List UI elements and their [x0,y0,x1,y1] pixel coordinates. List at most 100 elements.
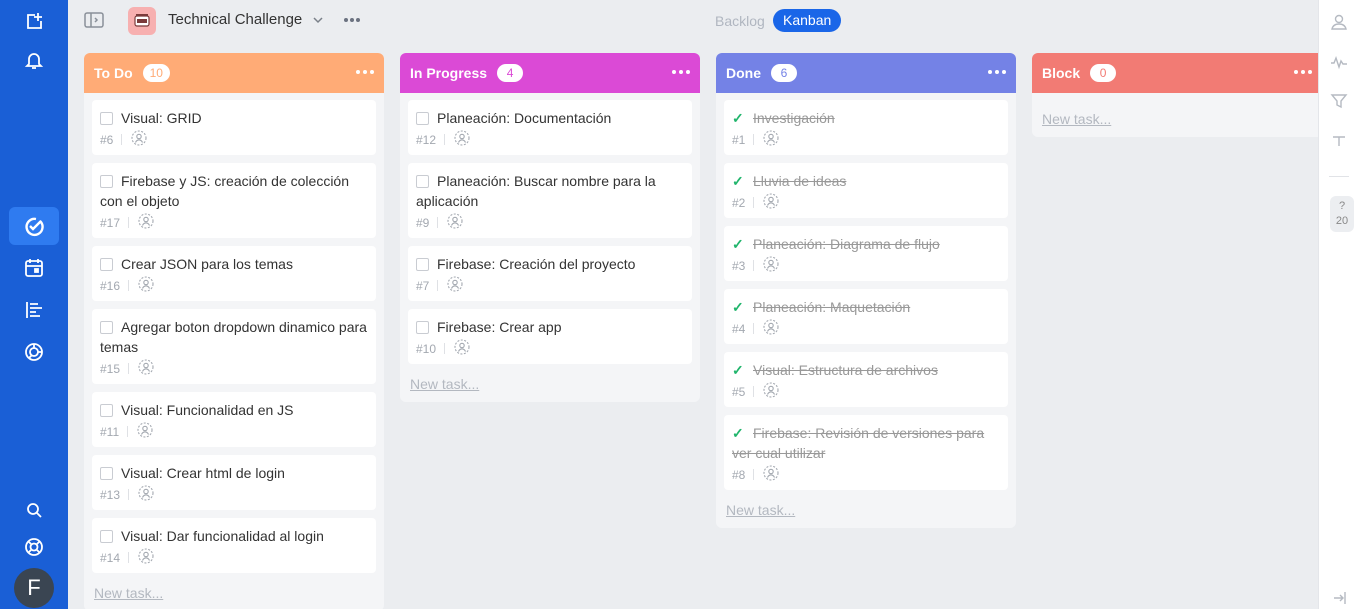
task-checkbox[interactable] [100,112,113,125]
checkmark-icon[interactable]: ✓ [732,360,745,380]
task-card[interactable]: Firebase: Crear app #10 [408,309,692,364]
column-title[interactable]: To Do [94,65,133,81]
task-checkbox[interactable] [416,112,429,125]
task-card[interactable]: ✓ Investigación #1 [724,100,1008,155]
meta-divider [437,217,439,228]
activity-icon[interactable] [1330,53,1348,71]
more-options-icon[interactable] [342,14,362,26]
assignee-icon[interactable] [138,359,154,378]
view-backlog-tab[interactable]: Backlog [715,13,765,29]
column-title[interactable]: Done [726,65,761,81]
assignee-icon[interactable] [763,465,779,484]
pin-icon[interactable] [1330,131,1348,149]
calendar-icon[interactable] [9,249,59,287]
timeline-icon[interactable] [9,291,59,329]
column-more-icon[interactable] [672,70,690,76]
assignee-icon[interactable] [138,213,154,232]
new-task-link[interactable]: New task... [1032,100,1322,137]
task-card[interactable]: ✓ Planeación: Maquetación #4 [724,289,1008,344]
task-checkbox[interactable] [100,175,113,188]
reports-icon[interactable] [9,333,59,371]
assignee-icon[interactable] [137,422,153,441]
assignee-icon[interactable] [454,339,470,358]
checkmark-icon[interactable]: ✓ [732,171,745,191]
new-task-link[interactable]: New task... [400,372,700,402]
task-card[interactable]: Visual: GRID #6 [92,100,376,155]
checkmark-icon[interactable]: ✓ [732,297,745,317]
new-task-icon[interactable] [9,3,59,41]
filter-icon[interactable] [1330,92,1348,110]
task-card[interactable]: Crear JSON para los temas #16 [92,246,376,301]
column-block: Block 0 New task... [1032,53,1322,137]
assignee-icon[interactable] [131,130,147,149]
checkmark-icon[interactable]: ✓ [732,423,745,443]
assignee-icon[interactable] [763,319,779,338]
column-title[interactable]: In Progress [410,65,487,81]
column-title[interactable]: Block [1042,65,1080,81]
assignee-icon[interactable] [138,485,154,504]
meta-divider [128,363,130,374]
view-kanban-tab[interactable]: Kanban [773,9,842,32]
task-card[interactable]: Firebase y JS: creación de colección con… [92,163,376,238]
assignee-icon[interactable] [763,193,779,212]
task-checkbox[interactable] [100,321,113,334]
task-id: #7 [416,278,430,293]
task-checkbox[interactable] [416,321,429,334]
meta-divider [437,280,439,291]
assignee-icon[interactable] [763,130,779,149]
task-card[interactable]: ✓ Lluvia de ideas #2 [724,163,1008,218]
column-more-icon[interactable] [356,70,374,76]
help-counter-badge[interactable]: ? 20 [1330,196,1354,232]
assignee-icon[interactable] [454,130,470,149]
task-card[interactable]: Agregar boton dropdown dinamico para tem… [92,309,376,384]
card-list: ✓ Investigación #1 ✓ Lluvia de ideas #2 ✓ Plane… [716,93,1016,490]
task-title-row: Planeación: Documentación [416,108,684,128]
task-meta: #2 [732,193,1000,212]
chevron-down-icon[interactable] [312,14,324,26]
task-card[interactable]: Firebase: Creación del proyecto #7 [408,246,692,301]
task-id: #4 [732,321,746,336]
project-icon[interactable] [128,7,156,35]
new-task-link[interactable]: New task... [716,498,1016,528]
column-count-badge: 4 [497,64,524,82]
avatar[interactable]: F [14,568,54,608]
project-title[interactable]: Technical Challenge [168,11,302,28]
collapse-panel-icon[interactable] [1330,589,1348,607]
task-card[interactable]: Visual: Crear html de login #13 [92,455,376,510]
assignee-icon[interactable] [447,213,463,232]
checkmark-icon[interactable]: ✓ [732,234,745,254]
task-checkbox[interactable] [100,258,113,271]
help-lifebuoy-icon[interactable] [9,528,59,566]
task-meta: #15 [100,359,368,378]
task-card[interactable]: Planeación: Buscar nombre para la aplica… [408,163,692,238]
assignee-icon[interactable] [447,276,463,295]
task-title: Firebase: Crear app [437,319,562,335]
task-card[interactable]: ✓ Firebase: Revisión de versiones para ve… [724,415,1008,490]
task-checkbox[interactable] [100,404,113,417]
task-id: #5 [732,384,746,399]
task-card[interactable]: ✓ Planeación: Diagrama de flujo #3 [724,226,1008,281]
tasks-icon[interactable] [9,207,59,245]
column-more-icon[interactable] [1294,70,1312,76]
new-task-link[interactable]: New task... [84,581,384,609]
task-id: #6 [100,132,114,147]
search-icon[interactable] [9,491,59,529]
task-card[interactable]: Visual: Dar funcionalidad al login #14 [92,518,376,573]
assignee-icon[interactable] [763,256,779,275]
meta-divider [753,197,755,208]
task-card[interactable]: Planeación: Documentación #12 [408,100,692,155]
notifications-icon[interactable] [9,41,59,79]
task-card[interactable]: Visual: Funcionalidad en JS #11 [92,392,376,447]
assignee-icon[interactable] [763,382,779,401]
task-card[interactable]: ✓ Visual: Estructura de archivos #5 [724,352,1008,407]
column-more-icon[interactable] [988,70,1006,76]
task-checkbox[interactable] [100,467,113,480]
task-checkbox[interactable] [416,175,429,188]
assignee-icon[interactable] [138,276,154,295]
members-icon[interactable] [1330,13,1348,31]
assignee-icon[interactable] [138,548,154,567]
task-checkbox[interactable] [416,258,429,271]
checkmark-icon[interactable]: ✓ [732,108,745,128]
task-checkbox[interactable] [100,530,113,543]
panel-toggle-icon[interactable] [84,12,104,28]
